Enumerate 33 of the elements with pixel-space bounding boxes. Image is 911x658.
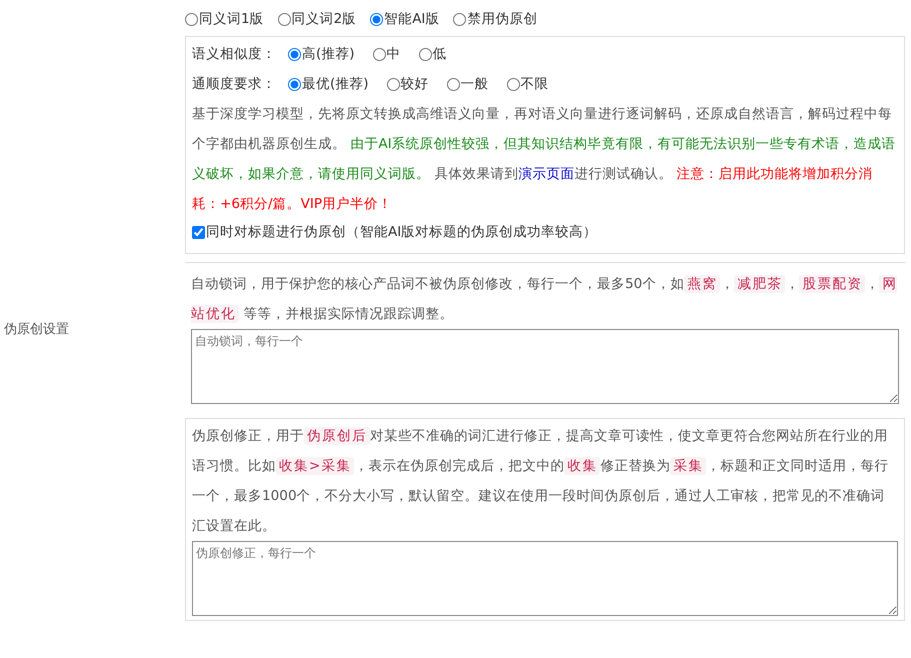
setting-label: 通顺度要求： bbox=[192, 75, 276, 93]
radio-button[interactable] bbox=[370, 12, 384, 26]
lock-words-description: 自动锁词，用于保护您的核心产品词不被伪原创修改，每行一个，最多50个，如 燕窝 ， 减肥茶 ， 股票配资 ， 网站优化 等等，并根据实际情况跟踪调整。 bbox=[191, 274, 898, 325]
radio-option[interactable]: 智能AI版 bbox=[370, 8, 440, 30]
correction-description: 伪原创修正，用于 伪原创后 对某些不准确的词汇进行修正，提高文章可读性，使文章更符合您网站所在行业的用语习惯。比如 收集>采集 ，表示在伪原创完成后，把文中的 收集 修正替换为 采集 ，标题和正文同时适用，每行一个，最多1000个，不分大小写，默认留空。建议在使用一段时间伪原创后，通过人工审核，把常见的不准确词汇设置在此。 bbox=[192, 426, 890, 536]
radio-option[interactable]: 低 bbox=[418, 45, 447, 63]
radio-button[interactable] bbox=[453, 12, 466, 26]
radio-button[interactable] bbox=[288, 78, 301, 90]
correction-field[interactable]: 伪原创修正，每行一个 bbox=[192, 541, 898, 616]
radio-button[interactable] bbox=[418, 48, 432, 60]
radio-option[interactable]: 不限 bbox=[506, 75, 549, 93]
radio-button[interactable] bbox=[372, 48, 386, 60]
checkbox[interactable] bbox=[192, 226, 205, 238]
setting-label: 语义相似度： bbox=[192, 45, 276, 63]
radio-option[interactable]: 一般 bbox=[446, 75, 489, 93]
radio-option[interactable]: 禁用伪原创 bbox=[453, 8, 538, 30]
radio-option[interactable]: 最优(推荐) bbox=[288, 75, 369, 93]
radio-button[interactable] bbox=[185, 12, 198, 26]
radio-option[interactable]: 较好 bbox=[386, 75, 429, 93]
radio-button[interactable] bbox=[446, 78, 460, 90]
radio-option[interactable]: 中 bbox=[372, 45, 401, 63]
section-label: 伪原创设置 bbox=[3, 321, 69, 338]
title-checkbox-option[interactable]: 同时对标题进行伪原创（智能AI版对标题的伪原创成功率较高） bbox=[192, 219, 898, 245]
demo-page-link[interactable]: 演示页面 bbox=[518, 166, 574, 182]
radio-button[interactable] bbox=[386, 78, 400, 90]
radio-button[interactable] bbox=[278, 12, 291, 26]
radio-option[interactable]: 高(推荐) bbox=[288, 45, 355, 63]
radio-option[interactable]: 同义词1版 bbox=[185, 8, 264, 30]
radio-button[interactable] bbox=[506, 78, 520, 90]
lock-words-field[interactable]: 自动锁词，每行一个 bbox=[191, 329, 899, 404]
ai-description: 基于深度学习模型，先将原文转换成高维语义向量，再对语义向量进行逐词解码，还原成自然语言，解码过程中每个字都由机器原创生成。 由于AI系统原创性较强，但其知识结构毕竟有限，有可能无法识别一些专有术语，造成语义破坏，如果介意，请使用同义词版。 具体效果请到演示页面进行测试确认。 注意：启用此功能将增加积分消耗：+6积分/篇。VIP用户半价！ bbox=[192, 105, 897, 214]
radio-button[interactable] bbox=[288, 48, 301, 60]
radio-option[interactable]: 同义词2版 bbox=[278, 8, 356, 30]
